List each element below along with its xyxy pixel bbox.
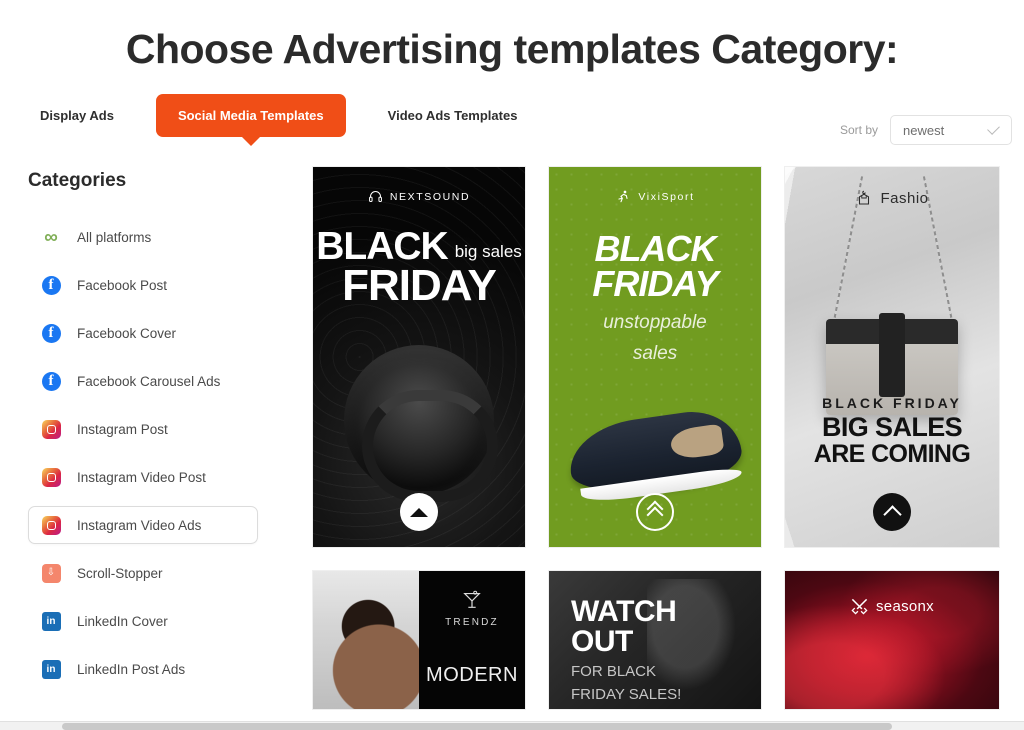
sort-select-value: newest xyxy=(903,122,945,138)
facebook-icon: f xyxy=(41,275,61,295)
card-brand-name: VixiSport xyxy=(638,191,695,204)
tab-social-media-templates[interactable]: Social Media Templates xyxy=(155,94,346,138)
sidebar-item-label: LinkedIn Post Ads xyxy=(77,661,186,677)
headline-big-sales: BIG SALES xyxy=(821,412,963,443)
sidebar-item-instagram-video-post[interactable]: Instagram Video Post xyxy=(28,458,258,496)
headphones-icon xyxy=(368,191,382,203)
content-area: Categories ∞ All platforms f Facebook Po… xyxy=(0,162,1024,711)
card-cta-button[interactable] xyxy=(636,493,674,532)
sidebar-item-label: LinkedIn Cover xyxy=(77,613,168,629)
headline-out: OUT xyxy=(571,625,633,659)
scrollbar-thumb[interactable] xyxy=(62,723,892,730)
card-brand-name: TRENDZ xyxy=(445,617,499,629)
shirt-hanger-icon xyxy=(859,190,870,205)
subtitle-for-black: FOR BLACK xyxy=(571,663,657,681)
sort-select[interactable]: newest xyxy=(890,115,1012,145)
tab-display-ads[interactable]: Display Ads xyxy=(30,94,124,137)
subtitle-friday-sales: FRIDAY SALES! xyxy=(571,686,682,704)
headline-black: BLACK xyxy=(316,225,448,269)
sidebar-item-label: Instagram Video Ads xyxy=(77,517,202,533)
card-brand: VixiSport xyxy=(549,167,761,205)
linkedin-icon: in xyxy=(41,659,61,679)
card-cta-button[interactable] xyxy=(873,493,911,532)
card-cta-button[interactable] xyxy=(400,493,438,532)
chevron-down-icon xyxy=(987,122,1000,135)
sidebar-item-label: All platforms xyxy=(77,229,152,245)
facebook-icon: f xyxy=(41,323,61,343)
cocktail-glass-icon xyxy=(463,590,481,609)
horizontal-scrollbar[interactable] xyxy=(0,721,1024,730)
sidebar-item-facebook-carousel-ads[interactable]: f Facebook Carousel Ads xyxy=(28,362,258,400)
sidebar-item-label: Instagram Post xyxy=(77,421,168,437)
template-card-vixisport[interactable]: VixiSport BLACK FRIDAY unstoppable sales xyxy=(548,166,762,549)
page-title: Choose Advertising templates Category: xyxy=(125,26,899,72)
headline-watch: WATCH xyxy=(571,595,677,629)
sidebar-title: Categories xyxy=(28,170,127,192)
infinity-icon: ∞ xyxy=(44,226,58,248)
template-card-trendz[interactable]: TRENDZ MODERN xyxy=(312,570,526,711)
sidebar-item-label: Instagram Video Post xyxy=(77,469,206,485)
sidebar-item-scroll-stopper[interactable]: ⇩ Scroll-Stopper xyxy=(28,554,258,592)
crossed-swords-icon xyxy=(851,598,868,615)
card-brand-name: NEXTSOUND xyxy=(389,190,471,203)
sidebar-item-label: Facebook Post xyxy=(77,277,168,293)
card-brand: NEXTSOUND xyxy=(313,167,525,204)
template-card-watch-out[interactable]: WATCH OUT FOR BLACK FRIDAY SALES! xyxy=(548,570,762,711)
template-card-seasonx[interactable]: seasonx xyxy=(784,570,1000,711)
headline-black: BLACK xyxy=(594,228,717,270)
sidebar-item-facebook-post[interactable]: f Facebook Post xyxy=(28,266,258,304)
triangle-up-icon xyxy=(410,507,428,517)
template-card-nextsound[interactable]: NEXTSOUND BLACK big sales FRIDAY xyxy=(312,166,526,549)
headline-friday: FRIDAY xyxy=(592,263,718,305)
card-headline: BLACK FRIDAY unstoppable sales xyxy=(549,228,761,365)
double-chevron-down-icon: ⇩ xyxy=(41,563,61,583)
subtitle-unstoppable: unstoppable xyxy=(603,311,707,333)
facebook-icon: f xyxy=(41,371,61,391)
eyebrow-black-friday: BLACK FRIDAY xyxy=(822,395,962,412)
headline-friday: FRIDAY xyxy=(342,261,497,311)
sidebar-item-label: Facebook Cover xyxy=(77,325,177,341)
instagram-icon xyxy=(41,515,61,535)
sidebar-item-label: Facebook Carousel Ads xyxy=(77,373,221,389)
instagram-icon xyxy=(41,467,61,487)
tab-video-ads-templates[interactable]: Video Ads Templates xyxy=(378,94,528,137)
double-chevron-up-icon xyxy=(646,500,664,524)
card-brand: Fashio xyxy=(785,167,999,207)
categories-sidebar: Categories ∞ All platforms f Facebook Po… xyxy=(0,162,312,710)
templates-grid: NEXTSOUND BLACK big sales FRIDAY VixiSpo… xyxy=(312,162,1000,711)
sidebar-item-linkedin-post-ads[interactable]: in LinkedIn Post Ads xyxy=(28,650,258,688)
sidebar-item-instagram-video-ads[interactable]: Instagram Video Ads xyxy=(28,506,258,545)
runner-icon xyxy=(618,190,628,203)
card-brand-name: seasonx xyxy=(876,598,934,616)
sidebar-item-label: Scroll-Stopper xyxy=(77,565,163,581)
card-brand: seasonx xyxy=(785,571,999,616)
sidebar-item-facebook-cover[interactable]: f Facebook Cover xyxy=(28,314,258,352)
headline-modern: MODERN xyxy=(426,664,518,687)
sidebar-item-linkedin-cover[interactable]: in LinkedIn Cover xyxy=(28,602,258,640)
linkedin-icon: in xyxy=(41,611,61,631)
headline-are-coming: ARE COMING xyxy=(813,440,971,469)
model-photo xyxy=(313,571,419,710)
card-text-panel: TRENDZ MODERN xyxy=(419,571,525,710)
templates-gallery-page: Choose Advertising templates Category: D… xyxy=(0,0,1024,730)
card-headline: BLACK big sales FRIDAY xyxy=(313,225,525,311)
sidebar-item-instagram-post[interactable]: Instagram Post xyxy=(28,410,258,448)
instagram-icon xyxy=(41,419,61,439)
subtitle-sales: sales xyxy=(632,343,678,365)
card-brand-name: Fashio xyxy=(880,189,929,207)
chevron-up-icon xyxy=(882,505,902,524)
card-headline: BLACK FRIDAY BIG SALES ARE COMING xyxy=(785,395,999,468)
template-card-fashio[interactable]: Fashio BLACK FRIDAY BIG SALES ARE COMING xyxy=(784,166,1000,549)
sort-control: Sort by newest xyxy=(840,115,1012,145)
sort-by-label: Sort by xyxy=(839,123,878,137)
sidebar-item-all-platforms[interactable]: ∞ All platforms xyxy=(28,218,258,256)
headphones-product-image xyxy=(344,345,498,503)
